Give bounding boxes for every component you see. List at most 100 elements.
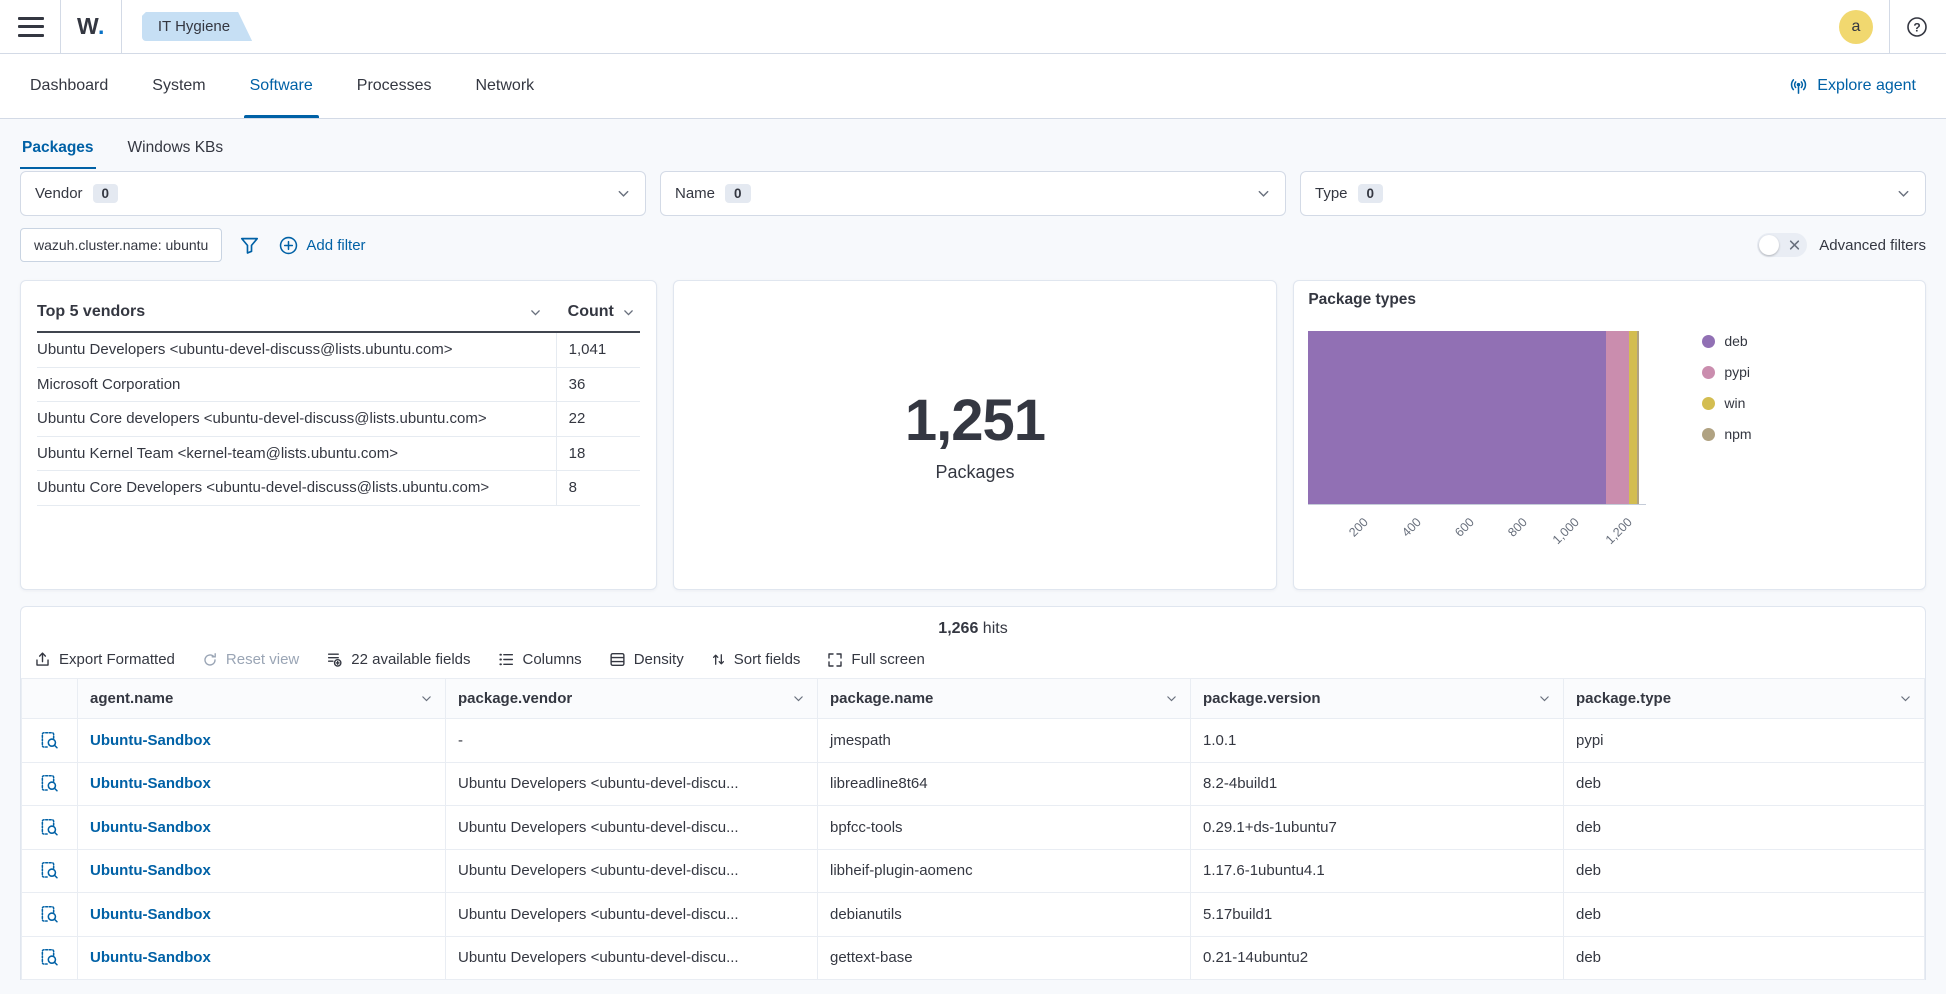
vendor-filter-select[interactable]: Vendor 0	[20, 171, 646, 216]
filter-funnel-icon[interactable]	[240, 236, 259, 255]
columns-button[interactable]: Columns	[498, 651, 582, 668]
packages-metric-value: 1,251	[904, 388, 1046, 453]
cell-package-vendor: Ubuntu Developers <ubuntu-devel-discu...	[445, 892, 818, 937]
chevron-down-icon[interactable]	[1538, 692, 1551, 705]
menu-icon[interactable]	[18, 16, 44, 37]
cell-package-vendor: -	[445, 718, 818, 763]
plus-circle-icon	[279, 236, 298, 255]
legend-label: win	[1724, 395, 1746, 411]
chevron-down-icon[interactable]	[420, 692, 433, 705]
vendor-row[interactable]: Ubuntu Developers <ubuntu-devel-discuss@…	[37, 333, 640, 368]
cell-package-version: 1.17.6-1ubuntu4.1	[1190, 848, 1564, 893]
chart-plot: 200 400 600 800 1,000 1,200	[1308, 331, 1647, 575]
col-package-name[interactable]: package.name	[817, 678, 1191, 719]
vendor-row[interactable]: Ubuntu Kernel Team <kernel-team@lists.ub…	[37, 436, 640, 471]
packages-metric-label: Packages	[935, 462, 1015, 482]
agent-name-link[interactable]: Ubuntu-Sandbox	[90, 906, 211, 923]
chevron-down-icon[interactable]	[1165, 692, 1178, 705]
top-header: W. IT Hygiene a ?	[0, 0, 1946, 54]
legend-item-npm[interactable]: npm	[1702, 426, 1752, 442]
avatar[interactable]: a	[1839, 9, 1873, 44]
inspect-row-icon[interactable]	[40, 905, 59, 924]
name-filter-select[interactable]: Name 0	[660, 171, 1286, 216]
inspect-row-icon[interactable]	[40, 861, 59, 880]
help-icon[interactable]: ?	[1906, 16, 1928, 38]
cell-package-name: debianutils	[817, 892, 1191, 937]
subtab-windows-kbs[interactable]: Windows KBs	[126, 131, 226, 169]
table-row: Ubuntu-Sandbox Ubuntu Developers <ubuntu…	[21, 805, 1925, 850]
cell-package-type: pypi	[1563, 718, 1925, 763]
cell-package-version: 0.29.1+ds-1ubuntu7	[1190, 805, 1564, 850]
bar-segment-deb[interactable]	[1308, 331, 1607, 504]
top-vendors-panel: Top 5 vendors Count Ubuntu Developers <u…	[20, 280, 657, 590]
subtab-packages[interactable]: Packages	[20, 131, 96, 169]
name-count-badge: 0	[725, 184, 751, 203]
type-filter-select[interactable]: Type 0	[1300, 171, 1926, 216]
reset-view-button[interactable]: Reset view	[202, 651, 299, 668]
advanced-filters-toggle[interactable]	[1757, 233, 1808, 257]
legend-dot	[1702, 427, 1716, 441]
tab-software[interactable]: Software	[243, 54, 319, 118]
legend-item-pypi[interactable]: pypi	[1702, 364, 1751, 380]
cell-package-vendor: Ubuntu Developers <ubuntu-devel-discu...	[445, 805, 818, 850]
table-row: Ubuntu-Sandbox - jmespath 1.0.1 pypi	[21, 718, 1925, 763]
vendor-row[interactable]: Ubuntu Core Developers <ubuntu-devel-dis…	[37, 471, 640, 506]
top-vendors-title[interactable]: Top 5 vendors	[37, 303, 145, 321]
export-formatted-button[interactable]: Export Formatted	[34, 651, 175, 668]
breadcrumb[interactable]: IT Hygiene	[142, 12, 252, 41]
col-package-type[interactable]: package.type	[1563, 678, 1925, 719]
agent-name-link[interactable]: Ubuntu-Sandbox	[90, 949, 211, 966]
results-table-panel: 1,266 hits Export Formatted Reset view 2…	[20, 606, 1926, 980]
sort-chevron-icon[interactable]	[529, 306, 542, 319]
count-header[interactable]: Count	[568, 303, 614, 321]
tab-dashboard[interactable]: Dashboard	[30, 54, 108, 118]
vendor-row[interactable]: Microsoft Corporation 36	[37, 367, 640, 402]
chevron-down-icon[interactable]	[792, 692, 805, 705]
tab-network[interactable]: Network	[475, 54, 534, 118]
svg-text:?: ?	[1913, 20, 1920, 34]
vendor-count: 8	[555, 471, 640, 505]
full-screen-button[interactable]: Full screen	[827, 651, 925, 668]
stacked-bar[interactable]	[1308, 331, 1647, 505]
cell-package-name: libheif-plugin-aomenc	[817, 848, 1191, 893]
packages-metric-panel: 1,251 Packages	[672, 280, 1278, 590]
toggle-knob	[1759, 235, 1780, 255]
tab-system[interactable]: System	[152, 54, 205, 118]
cell-package-name: jmespath	[817, 718, 1191, 763]
reset-icon	[202, 652, 218, 668]
inspect-row-icon[interactable]	[40, 774, 59, 793]
add-filter-button[interactable]: Add filter	[279, 236, 366, 255]
legend-item-win[interactable]: win	[1702, 395, 1751, 411]
explore-agent-button[interactable]: Explore agent	[1789, 54, 1916, 118]
legend-item-deb[interactable]: deb	[1702, 333, 1751, 349]
x-axis-tick: 1,200	[1603, 515, 1636, 548]
agent-name-link[interactable]: Ubuntu-Sandbox	[90, 732, 211, 749]
agent-name-link[interactable]: Ubuntu-Sandbox	[90, 819, 211, 836]
agent-name-link[interactable]: Ubuntu-Sandbox	[90, 862, 211, 879]
cluster-filter-pill[interactable]: wazuh.cluster.name: ubuntu	[20, 228, 223, 262]
bar-segment-pypi[interactable]	[1606, 331, 1629, 504]
density-button[interactable]: Density	[609, 651, 684, 668]
col-agent-name[interactable]: agent.name	[77, 678, 446, 719]
package-types-panel: Package types 200 400 600 800 1,000 1,200 deb…	[1293, 280, 1927, 590]
agent-name-link[interactable]: Ubuntu-Sandbox	[90, 775, 211, 792]
chevron-down-icon[interactable]	[1899, 692, 1912, 705]
col-package-vendor[interactable]: package.vendor	[445, 678, 818, 719]
wazuh-logo[interactable]: W.	[77, 13, 105, 40]
top-vendors-header: Top 5 vendors Count	[37, 297, 640, 333]
available-fields-button[interactable]: 22 available fields	[326, 651, 471, 668]
inspect-row-icon[interactable]	[40, 731, 59, 750]
hits-count: 1,266 hits	[938, 620, 1008, 637]
tab-processes[interactable]: Processes	[357, 54, 432, 118]
x-axis-tick: 400	[1399, 515, 1424, 540]
col-package-version[interactable]: package.version	[1190, 678, 1564, 719]
inspect-row-icon[interactable]	[40, 818, 59, 837]
bar-segment-npm[interactable]	[1636, 331, 1639, 504]
vendor-row[interactable]: Ubuntu Core developers <ubuntu-devel-dis…	[37, 402, 640, 437]
table-row: Ubuntu-Sandbox Ubuntu Developers <ubuntu…	[21, 848, 1925, 893]
results-table: agent.name package.vendor package.name p…	[21, 678, 1925, 980]
sort-chevron-icon[interactable]	[622, 306, 635, 319]
inspect-row-icon[interactable]	[40, 948, 59, 967]
sort-fields-button[interactable]: Sort fields	[711, 651, 800, 668]
bar-segment-win[interactable]	[1628, 331, 1637, 504]
